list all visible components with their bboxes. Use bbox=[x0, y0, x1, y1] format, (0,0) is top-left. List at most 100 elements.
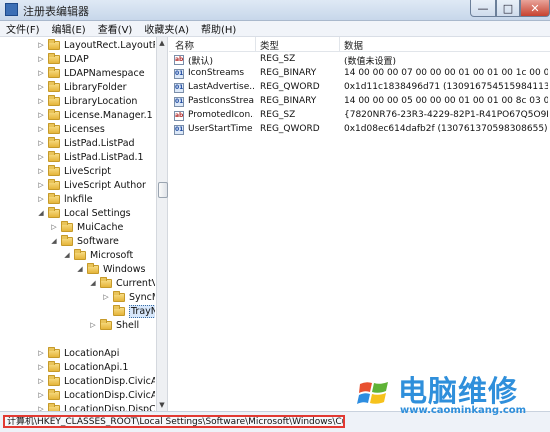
expander-icon[interactable]: ◢ bbox=[77, 265, 83, 273]
folder-icon bbox=[74, 248, 86, 260]
menu-file[interactable]: 文件(F) bbox=[0, 21, 46, 36]
expander-icon[interactable]: ▷ bbox=[38, 83, 44, 91]
menu-favorites[interactable]: 收藏夹(A) bbox=[138, 21, 195, 36]
column-divider[interactable] bbox=[255, 37, 256, 51]
folder-icon bbox=[48, 52, 60, 64]
expander-icon[interactable]: ▷ bbox=[38, 195, 44, 203]
tree-node[interactable]: ◢ CurrentVe bbox=[90, 276, 155, 290]
value-type: REG_SZ bbox=[260, 110, 296, 120]
maximize-button[interactable]: □ bbox=[496, 0, 520, 17]
expander-icon[interactable]: ▷ bbox=[38, 167, 44, 175]
minimize-button[interactable]: — bbox=[470, 0, 496, 17]
tree-node[interactable]: ▷ ListPad.ListPad.1 bbox=[38, 150, 144, 164]
expander-icon[interactable]: ▷ bbox=[38, 139, 44, 147]
tree-node-label: ListPad.ListPad.1 bbox=[64, 151, 144, 163]
tree-node[interactable]: ▷ LDAP bbox=[38, 52, 89, 66]
value-row[interactable]: ab PromotedIcon... REG_SZ {7820NR76-23R3-42… bbox=[169, 109, 550, 123]
tree-node[interactable]: ◢ Windows bbox=[77, 262, 145, 276]
value-row[interactable]: ab (默认) REG_SZ (数值未设置) bbox=[169, 53, 550, 67]
expander-icon[interactable]: ▷ bbox=[38, 377, 44, 385]
windows-logo-icon bbox=[357, 382, 388, 404]
expander-icon[interactable]: ▷ bbox=[38, 125, 44, 133]
tree-node[interactable]: ▷ License.Manager.1 bbox=[38, 108, 153, 122]
tree-node-label: Shell bbox=[116, 319, 140, 331]
folder-icon bbox=[113, 304, 125, 316]
expander-icon[interactable]: ◢ bbox=[64, 251, 70, 259]
expander-icon[interactable]: ◢ bbox=[90, 279, 96, 287]
tree-node-label: LiveScript bbox=[64, 165, 111, 177]
tree-scrollbar[interactable]: ▲ ▼ bbox=[156, 37, 168, 411]
expander-icon[interactable]: ◢ bbox=[38, 209, 44, 217]
expander-icon[interactable]: ▷ bbox=[90, 321, 96, 329]
value-row[interactable]: 01 UserStartTime REG_QWORD 0x1d08ec614dafb2… bbox=[169, 123, 550, 137]
expander-icon[interactable]: ▷ bbox=[38, 349, 44, 357]
tree-node[interactable]: ▷ LibraryLocation bbox=[38, 94, 137, 108]
tree-node[interactable]: ▷ LocationApi bbox=[38, 346, 119, 360]
scroll-up-icon[interactable]: ▲ bbox=[157, 37, 167, 49]
expander-icon[interactable]: ▷ bbox=[38, 41, 44, 49]
tree-node[interactable]: ▷ LDAPNamespace bbox=[38, 66, 145, 80]
column-header-type[interactable]: 类型 bbox=[260, 38, 279, 52]
menu-help[interactable]: 帮助(H) bbox=[195, 21, 242, 36]
title-bar: 注册表编辑器 — □ ✕ bbox=[0, 0, 550, 21]
expander-icon[interactable]: ▷ bbox=[38, 181, 44, 189]
tree-node[interactable]: ▷ LayoutRect.LayoutRect. bbox=[38, 38, 155, 52]
tree-node[interactable]: ◢ Software bbox=[51, 234, 119, 248]
tree-node[interactable]: ▷ LiveScript bbox=[38, 164, 111, 178]
tree-node[interactable]: ▷ LiveScript Author bbox=[38, 178, 146, 192]
expander-icon[interactable]: ▷ bbox=[38, 153, 44, 161]
expander-icon[interactable]: ◢ bbox=[51, 237, 57, 245]
expander-icon[interactable]: ▷ bbox=[38, 97, 44, 105]
tree-node[interactable]: TrayNo bbox=[103, 304, 155, 318]
expander-icon[interactable]: ▷ bbox=[38, 363, 44, 371]
folder-icon bbox=[48, 206, 60, 218]
folder-icon bbox=[48, 360, 60, 372]
tree-node[interactable]: ▷ Licenses bbox=[38, 122, 105, 136]
tree-node[interactable]: ▷LocationDisp.DispCivic bbox=[38, 402, 155, 411]
value-row[interactable]: 01 LastAdvertise... REG_QWORD 0x1d11c183849… bbox=[169, 81, 550, 95]
expander-icon[interactable]: ▷ bbox=[38, 391, 44, 399]
column-header-name[interactable]: 名称 bbox=[175, 38, 194, 52]
folder-icon bbox=[48, 94, 60, 106]
binary-value-icon: 01 bbox=[174, 125, 184, 135]
tree-node[interactable]: ▷ LocationDisp.CivicAddr bbox=[38, 374, 155, 388]
tree-node[interactable]: ▷ SyncM bbox=[103, 290, 155, 304]
value-name: UserStartTime bbox=[188, 124, 253, 134]
menu-view[interactable]: 查看(V) bbox=[92, 21, 139, 36]
tree-node[interactable]: ▷ LocationApi.1 bbox=[38, 360, 128, 374]
scroll-down-icon[interactable]: ▼ bbox=[157, 399, 167, 411]
tree-node[interactable]: ▷ LocationDisp.CivicAddr bbox=[38, 388, 155, 402]
expander-icon[interactable]: ▷ bbox=[103, 293, 109, 301]
tree-node[interactable]: ◢ Local Settings bbox=[38, 206, 131, 220]
expander-icon[interactable]: ▷ bbox=[38, 111, 44, 119]
value-name: PastIconsStream bbox=[188, 96, 254, 106]
value-row[interactable]: 01 IconStreams REG_BINARY 14 00 00 00 07 00… bbox=[169, 67, 550, 81]
string-value-icon: ab bbox=[174, 111, 184, 121]
tree-node[interactable]: ▷ lnkfile bbox=[38, 192, 93, 206]
value-data: 14 00 00 00 05 00 00 00 01 00 01 00 8c 0… bbox=[344, 96, 548, 106]
expander-icon[interactable]: ▷ bbox=[38, 55, 44, 63]
folder-icon bbox=[48, 388, 60, 400]
tree-node-label: LocationApi.1 bbox=[64, 361, 129, 373]
tree-node-label: TrayNo bbox=[129, 304, 155, 318]
tree-node-label: CurrentVe bbox=[116, 277, 155, 289]
tree-node[interactable]: ▷ LibraryFolder bbox=[38, 80, 127, 94]
tree-node[interactable]: ▷ MuiCache bbox=[51, 220, 123, 234]
list-header: 名称 类型 数据 bbox=[169, 37, 550, 52]
tree-node[interactable]: ▷ ListPad.ListPad bbox=[38, 136, 135, 150]
menu-edit[interactable]: 编辑(E) bbox=[46, 21, 92, 36]
folder-icon bbox=[48, 150, 60, 162]
tree-node-label: LayoutRect.LayoutRect. bbox=[64, 39, 155, 51]
column-divider[interactable] bbox=[339, 37, 340, 51]
tree-node[interactable]: ▷ Shell bbox=[90, 318, 139, 332]
scroll-thumb[interactable] bbox=[158, 182, 168, 198]
expander-icon[interactable]: ▷ bbox=[51, 223, 57, 231]
binary-value-icon: 01 bbox=[174, 69, 184, 79]
value-name: (默认) bbox=[188, 57, 214, 67]
close-button[interactable]: ✕ bbox=[520, 0, 550, 17]
tree-node[interactable]: ◢ Microsoft bbox=[64, 248, 133, 262]
expander-icon[interactable]: ▷ bbox=[38, 69, 44, 77]
value-row[interactable]: 01 PastIconsStream REG_BINARY 14 00 00 00 0… bbox=[169, 95, 550, 109]
column-header-data[interactable]: 数据 bbox=[344, 38, 363, 52]
folder-icon bbox=[48, 80, 60, 92]
